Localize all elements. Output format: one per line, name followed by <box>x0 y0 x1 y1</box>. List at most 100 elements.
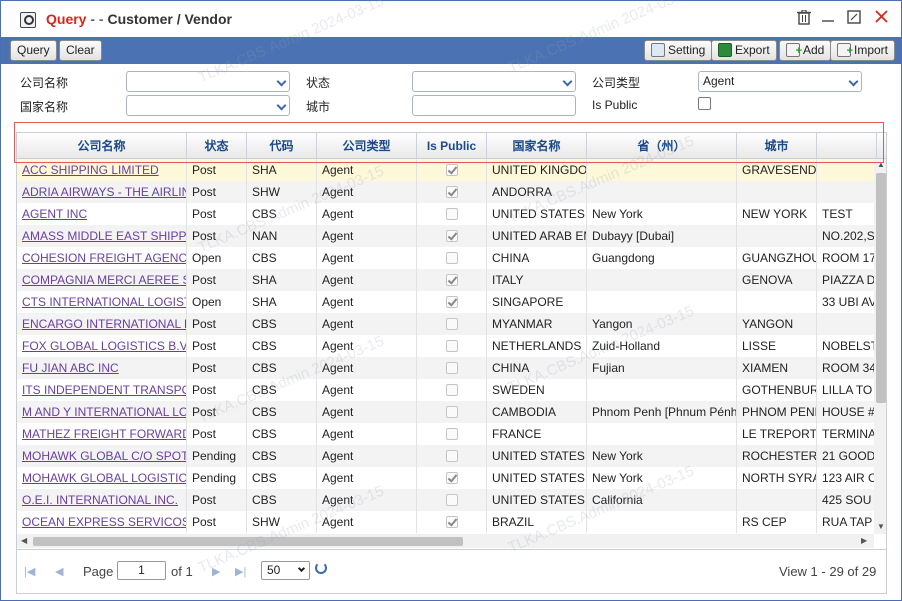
table-row[interactable]: OCEAN EXPRESS SERVICOS Post SHW Agent BRAZIL… <box>17 511 874 533</box>
scroll-down-icon[interactable]: ▼ <box>877 522 885 531</box>
cell-public <box>417 401 487 423</box>
cell-city <box>737 225 817 247</box>
is-public-checkbox <box>446 186 458 198</box>
status-select[interactable] <box>412 71 576 92</box>
cell-status: Pending <box>187 445 247 467</box>
page-input[interactable]: 1 <box>117 561 166 580</box>
delete-icon[interactable] <box>795 9 813 28</box>
toolbar: Query Clear Setting Export Add Import <box>1 37 901 64</box>
company-name-link[interactable]: CTS INTERNATIONAL LOGISTICS <box>17 291 187 313</box>
results-grid: 公司名称 状态 代码 公司类型 Is Public 国家名称 省（州） 城市 ACC SHIP… <box>16 132 887 594</box>
maximize-icon[interactable] <box>845 10 863 28</box>
table-row[interactable]: COMPAGNIA MERCI AEREE S Post SHA Agent ITALY… <box>17 269 874 291</box>
horizontal-scroll-thumb[interactable] <box>33 537 463 546</box>
cell-public <box>417 181 487 203</box>
company-name-link[interactable]: OCEAN EXPRESS SERVICOS <box>17 511 187 533</box>
refresh-icon[interactable] <box>315 562 327 574</box>
company-name-link[interactable]: COHESION FREIGHT AGENCY <box>17 247 187 269</box>
company-name-link[interactable]: M AND Y INTERNATIONAL LOG <box>17 401 187 423</box>
table-row[interactable]: MOHAWK GLOBAL LOGISTICS Pending CBS Agent UN… <box>17 467 874 489</box>
cell-province <box>587 511 737 533</box>
page-size-select[interactable]: 50 <box>261 561 310 580</box>
cell-city: PHNOM PENH <box>737 401 817 423</box>
cell-public <box>417 291 487 313</box>
city-label: 城市 <box>306 100 331 114</box>
page-size-value: 50 <box>267 563 281 577</box>
company-name-link[interactable]: MOHAWK GLOBAL LOGISTICS <box>17 467 187 489</box>
city-input[interactable] <box>412 95 576 116</box>
setting-button[interactable]: Setting <box>644 40 713 61</box>
is-public-checkbox[interactable] <box>698 97 711 110</box>
table-row[interactable]: ITS INDEPENDENT TRANSPORTPostCBSAgent SWE… <box>17 379 874 401</box>
export-button[interactable]: Export <box>711 40 777 61</box>
horizontal-scrollbar[interactable]: ◀ ▶ <box>17 534 874 548</box>
first-page-icon[interactable]: |◀ <box>24 565 35 578</box>
company-name-link[interactable]: ITS INDEPENDENT TRANSPORT <box>17 379 187 401</box>
last-page-icon[interactable]: ▶| <box>235 565 246 578</box>
table-row[interactable]: MATHEZ FREIGHT FORWARDINGPostCBSAgent FRA… <box>17 423 874 445</box>
grid-body: ACC SHIPPING LIMITED Post SHA Agent UNITED K… <box>17 159 874 534</box>
chevron-down-icon <box>297 564 306 573</box>
company-name-link[interactable]: FOX GLOBAL LOGISTICS B.V. <box>17 335 187 357</box>
minimize-icon[interactable] <box>819 10 837 28</box>
prev-page-icon[interactable]: ◀ <box>55 565 63 578</box>
cell-type: Agent <box>317 203 417 225</box>
cell-city: ROCHESTER <box>737 445 817 467</box>
is-public-checkbox <box>446 274 458 286</box>
page-of-label: of 1 <box>171 564 193 579</box>
chevron-down-icon <box>276 76 287 87</box>
table-row[interactable]: FU JIAN ABC INC Post CBS Agent CHINA Fujian XI… <box>17 357 874 379</box>
country-name-select[interactable] <box>126 95 290 116</box>
cell-public <box>417 269 487 291</box>
cell-type: Agent <box>317 401 417 423</box>
company-name-link[interactable]: ADRIA AIRWAYS - THE AIRLINE <box>17 181 187 203</box>
table-row[interactable]: MOHAWK GLOBAL C/O SPOT Pending CBS Agent UNI… <box>17 445 874 467</box>
company-name-link[interactable]: COMPAGNIA MERCI AEREE S <box>17 269 187 291</box>
cell-country: SINGAPORE <box>487 291 587 313</box>
next-page-icon[interactable]: ▶ <box>212 565 220 578</box>
cell-code: CBS <box>247 313 317 335</box>
cell-province: Yangon <box>587 313 737 335</box>
close-icon[interactable] <box>872 10 890 28</box>
import-button[interactable]: Import <box>830 40 896 61</box>
table-row[interactable]: AMASS MIDDLE EAST SHIPPINGPostNANAgent UN… <box>17 225 874 247</box>
vertical-scrollbar[interactable]: ▲ ▼ <box>874 159 886 534</box>
table-row[interactable]: M AND Y INTERNATIONAL LOG Post CBS Agent CAM… <box>17 401 874 423</box>
window-title: Query - - Customer / Vendor <box>46 11 232 27</box>
table-row[interactable]: O.E.I. INTERNATIONAL INC. Post CBS Agent UNI… <box>17 489 874 511</box>
company-name-link[interactable]: MOHAWK GLOBAL C/O SPOT <box>17 445 187 467</box>
table-row[interactable]: AGENT INC Post CBS Agent UNITED STATES New Yo… <box>17 203 874 225</box>
company-name-select[interactable] <box>126 71 290 92</box>
company-name-link[interactable]: AGENT INC <box>17 203 187 225</box>
company-name-link[interactable]: MATHEZ FREIGHT FORWARDING <box>17 423 187 445</box>
scroll-right-icon[interactable]: ▶ <box>861 536 867 545</box>
is-public-checkbox <box>446 164 458 176</box>
company-name-link[interactable]: AMASS MIDDLE EAST SHIPPING <box>17 225 187 247</box>
company-name-link[interactable]: FU JIAN ABC INC <box>17 357 187 379</box>
table-row[interactable]: CTS INTERNATIONAL LOGISTICSOpenSHAAgent S… <box>17 291 874 313</box>
table-row[interactable]: ENCARGO INTERNATIONAL L Post CBS Agent MYANM… <box>17 313 874 335</box>
company-name-link[interactable]: ENCARGO INTERNATIONAL L <box>17 313 187 335</box>
is-public-checkbox <box>446 208 458 220</box>
is-public-checkbox <box>446 384 458 396</box>
scroll-left-icon[interactable]: ◀ <box>21 536 27 545</box>
company-name-link[interactable]: O.E.I. INTERNATIONAL INC. <box>17 489 187 511</box>
table-row[interactable]: COHESION FREIGHT AGENCY Open CBS Agent CHINA… <box>17 247 874 269</box>
cell-public <box>417 335 487 357</box>
company-type-select[interactable]: Agent <box>698 71 862 92</box>
title-query: Query <box>46 11 87 27</box>
cell-status: Post <box>187 379 247 401</box>
cell-code: NAN <box>247 225 317 247</box>
vertical-scroll-thumb[interactable] <box>876 173 886 403</box>
clear-button[interactable]: Clear <box>59 40 102 61</box>
cell-province <box>587 379 737 401</box>
table-row[interactable]: FOX GLOBAL LOGISTICS B.V. Post CBS Agent NET… <box>17 335 874 357</box>
cell-status: Post <box>187 225 247 247</box>
cell-address: PIAZZA D <box>817 269 874 291</box>
add-button[interactable]: Add <box>779 40 832 61</box>
cell-province: New York <box>587 445 737 467</box>
query-button[interactable]: Query <box>10 40 57 61</box>
table-row[interactable]: ADRIA AIRWAYS - THE AIRLINE Post SHW Agent A… <box>17 181 874 203</box>
cell-code: CBS <box>247 401 317 423</box>
magnifier-icon <box>20 12 36 28</box>
